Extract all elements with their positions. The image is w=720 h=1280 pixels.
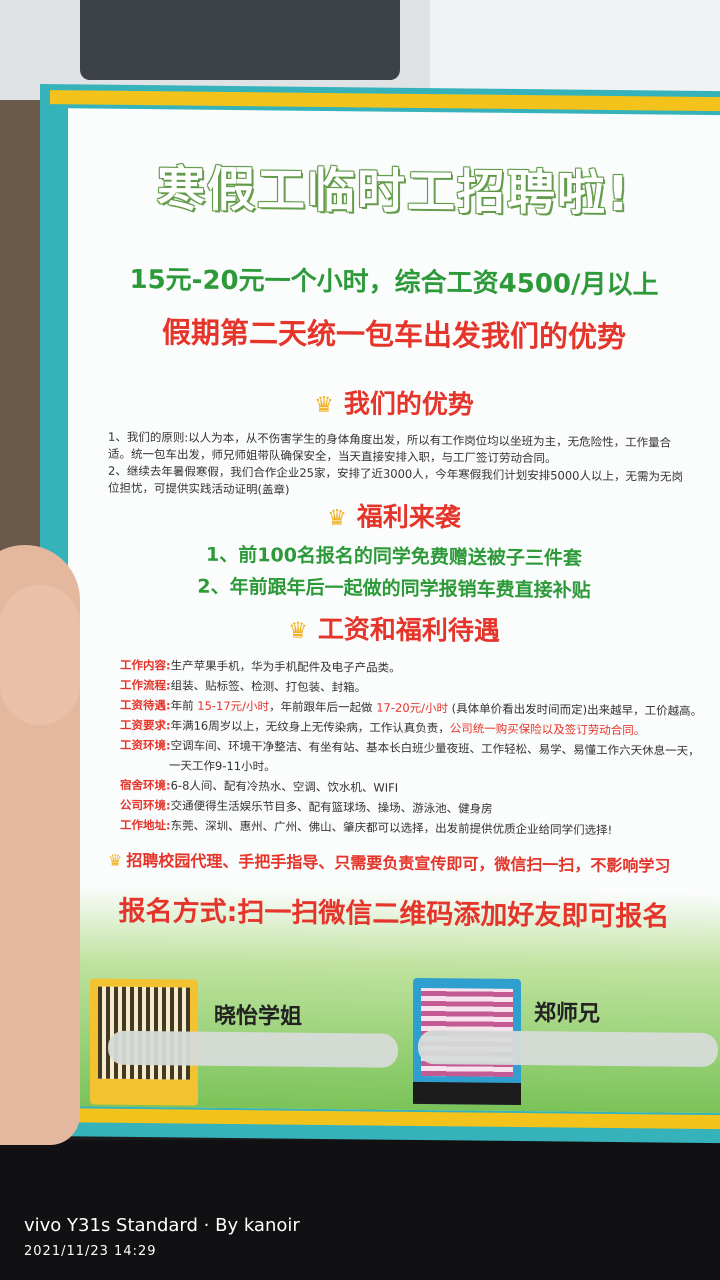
detail-row: 工作地址:东莞、深圳、惠州、广州、佛山、肇庆都可以选择，出发前提供优质企业给同学… (120, 817, 700, 839)
crown-icon: ♛ (108, 850, 123, 870)
contact-name-1: 晓怡学姐 (214, 1003, 303, 1030)
row-label: 工作地址: (120, 817, 171, 833)
row-label: 公司环境: (120, 797, 171, 813)
redacted-contact-2 (418, 1029, 718, 1068)
agent-text: 招聘校园代理、手把手指导、只需要负责宣传即可，微信扫一扫，不影响学习 (126, 850, 671, 876)
row-text: 交通便得生活娱乐节目多、配有篮球场、操场、游泳池、健身房 (170, 798, 493, 816)
row-text: (具体单价看出发时间而定)出来越早，工价越高。 (448, 701, 703, 718)
photo-timestamp: 2021/11/23 14:29 (24, 1244, 157, 1259)
detail-row: 宿舍环境:6-8人间、配有冷热水、空调、饮水机、WIFI (120, 777, 700, 799)
flyer-content: 寒假工临时工招聘啦! 15元-20元一个小时，综合工资4500/月以上 假期第二… (68, 108, 720, 1114)
section-title: 我们的优势 (343, 389, 474, 421)
section-title: 工资和福利待遇 (317, 614, 500, 647)
agent-line: ♛ 招聘校园代理、手把手指导、只需要负责宣传即可，微信扫一扫，不影响学习 (108, 847, 670, 877)
detail-row-continued: 一天工作9-11小时。 (169, 758, 276, 774)
background-object (80, 0, 400, 80)
benefit-1: 1、前100名报名的同学免费赠送被子三件套 (206, 543, 582, 570)
row-label: 宿舍环境: (120, 777, 171, 793)
crown-icon: ♛ (288, 618, 308, 644)
row-text: 生产苹果手机，华为手机配件及电子产品类。 (170, 658, 401, 675)
camera-watermark: vivo Y31s Standard · By kanoir (24, 1215, 300, 1236)
contact-name-2: 郑师兄 (534, 1001, 601, 1027)
row-label: 工资待遇: (120, 697, 171, 713)
detail-row: 工作流程:组装、贴标签、检测、打包装、封箱。 (120, 677, 700, 699)
departure-subtitle: 假期第二天统一包车出发我们的优势 (161, 315, 626, 355)
row-highlight: 公司统一购买保险以及签订劳动合同。 (449, 721, 646, 738)
crown-icon: ♛ (314, 392, 334, 419)
row-text: 组装、贴标签、检测、打包装、封箱。 (170, 678, 367, 695)
background-floor (0, 1140, 720, 1280)
detail-row: 工资要求:年满16周岁以上，无纹身上无传染病，工作认真负责，公司统一购买保险以及… (120, 717, 700, 739)
signup-method: 报名方式:扫一扫微信二维码添加好友即可报名 (118, 895, 670, 933)
wage-after: 17-20元/小时 (376, 700, 449, 716)
row-text: 年满16周岁以上，无纹身上无传染病，工作认真负责， (170, 718, 450, 736)
detail-row: 公司环境:交通便得生活娱乐节目多、配有篮球场、操场、游泳池、健身房 (120, 797, 700, 819)
detail-row: 工资待遇:年前 15-17元/小时，年前跟年后一起做 17-20元/小时 (具体… (120, 697, 703, 719)
row-text: 6-8人间、配有冷热水、空调、饮水机、WIFI (170, 778, 399, 795)
row-label: 工资环境: (120, 737, 171, 753)
row-text: 年前 (170, 698, 198, 713)
row-label: 工资要求: (120, 717, 171, 733)
section-benefits: ♛ 福利来袭 (68, 493, 720, 537)
row-text: 东莞、深圳、惠州、广州、佛山、肇庆都可以选择，出发前提供优质企业给同学们选择! (170, 818, 613, 837)
detail-row: 工作内容:生产苹果手机，华为手机配件及电子产品类。 (120, 657, 700, 679)
redacted-contact-1 (108, 1030, 398, 1068)
flyer-title: 寒假工临时工招聘啦! (157, 161, 631, 223)
section-wages: ♛ 工资和福利待遇 (68, 606, 720, 650)
crown-icon: ♛ (327, 506, 347, 532)
row-text: ，年前跟年后一起做 (269, 699, 377, 715)
wage-before: 15-17元/小时 (197, 698, 270, 714)
row-label: 工作流程: (120, 677, 171, 693)
recruitment-flyer: 寒假工临时工招聘啦! 15元-20元一个小时，综合工资4500/月以上 假期第二… (40, 84, 720, 1144)
background-paper (430, 0, 720, 95)
qr-label-bar (413, 1081, 521, 1106)
wage-subtitle: 15元-20元一个小时，综合工资4500/月以上 (129, 264, 659, 301)
row-label: 工作内容: (120, 657, 171, 673)
benefit-2: 2、年前跟年后一起做的同学报销车费直接补贴 (197, 575, 591, 602)
thumb (0, 585, 80, 725)
row-text: 空调车间、环境干净整洁、有坐有站、基本长白班少量夜班、工作轻松、易学、易懂工作六… (170, 738, 700, 758)
detail-row: 工资环境:空调车间、环境干净整洁、有坐有站、基本长白班少量夜班、工作轻松、易学、… (120, 737, 700, 759)
section-title: 福利来袭 (356, 502, 461, 534)
section-advantages: ♛ 我们的优势 (68, 380, 720, 424)
